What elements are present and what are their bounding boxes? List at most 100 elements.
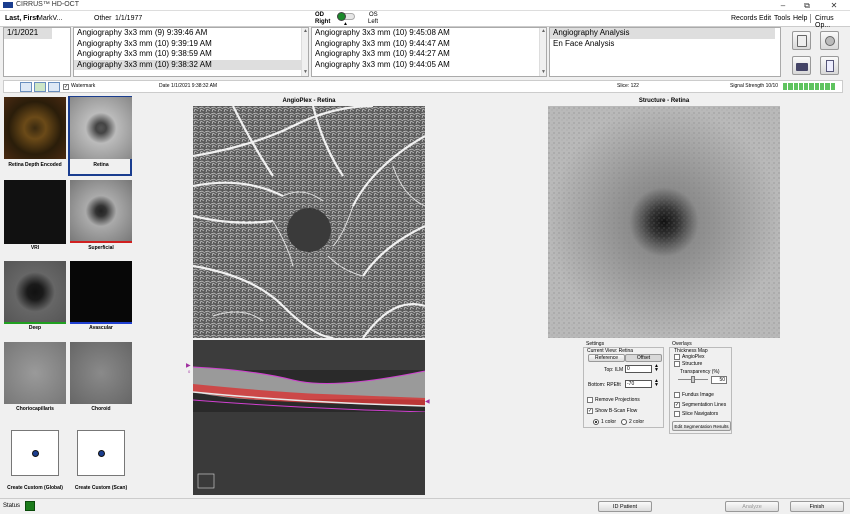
thumb-label: VRI [30, 245, 40, 251]
status-bar: Status ID Patient Analyze Finish [0, 498, 850, 514]
menu-tools[interactable]: Tools [774, 15, 790, 22]
create-custom-scan-button[interactable] [77, 430, 125, 476]
one-color-radio[interactable] [593, 419, 599, 425]
doctor-name: MarkV... [37, 15, 63, 22]
list-item[interactable]: Angiography 3x3 mm (10) 9:44:05 AM [312, 60, 546, 71]
scrollbar[interactable]: ▲ ▼ [539, 28, 546, 76]
signal-segment [825, 83, 830, 90]
bottom-stepper-icon[interactable]: ▲ ▼ [654, 379, 659, 388]
od-label: OD [315, 12, 324, 18]
list-item[interactable]: Angiography 3x3 mm (9) 9:39:46 AM [74, 28, 308, 39]
list-item[interactable]: Angiography 3x3 mm (10) 9:38:32 AM [74, 59, 308, 70]
seg-lines-checkbox[interactable]: ✓ [674, 402, 680, 408]
finish-button[interactable]: Finish [790, 501, 844, 512]
signal-segment [804, 83, 809, 90]
thumb-bar-green [4, 322, 66, 324]
bscan-marker-label: 0 [188, 369, 191, 374]
bscan-bottom-marker-icon[interactable]: ◀ [425, 398, 430, 405]
minimize-button[interactable]: – [773, 0, 793, 11]
status-label: Status [3, 503, 21, 509]
patient-gender: Other [94, 15, 112, 22]
scroll-up-icon[interactable]: ▲ [302, 28, 308, 35]
create-custom-global-button[interactable] [11, 430, 59, 476]
thumb-retina-depth[interactable] [4, 97, 66, 159]
menu-divider [810, 14, 811, 23]
overlays-panel: Thickness Map AngioPlex Structure Transp… [669, 347, 732, 434]
transparency-input[interactable]: 50 [711, 376, 727, 384]
grid-icon[interactable] [48, 82, 60, 92]
layout-icon[interactable] [20, 82, 32, 92]
menu-help[interactable]: Help [793, 15, 807, 22]
thumb-choriocapillaris[interactable] [4, 342, 66, 404]
id-patient-button[interactable]: ID Patient [598, 501, 652, 512]
layers-icon[interactable] [34, 82, 46, 92]
structure-checkbox[interactable] [674, 361, 680, 367]
menu-edit[interactable]: Edit [759, 15, 771, 22]
tab-offset[interactable]: Offset [625, 354, 662, 362]
maximize-button[interactable]: ⧉ [797, 0, 817, 11]
menu-cirrus-op[interactable]: Cirrus Op... [815, 15, 850, 29]
list-item[interactable]: Angiography 3x3 mm (10) 9:38:59 AM [74, 49, 308, 60]
analyze-button[interactable]: Analyze [725, 501, 779, 512]
signal-segment [830, 83, 835, 90]
top-stepper-icon[interactable]: ▲ ▼ [654, 364, 659, 373]
angioplex-image[interactable] [193, 106, 425, 338]
scan-date: Date 1/1/2021 9:38:32 AM [159, 83, 218, 89]
scrollbar[interactable]: ▲ ▼ [301, 28, 308, 76]
watermark-checkbox[interactable]: ✓ [63, 84, 69, 90]
bscan-top-marker-icon[interactable]: ▶ [186, 362, 191, 369]
slice-nav-checkbox[interactable] [674, 411, 680, 417]
bottom-layer-label: Bottom: RPEfit [588, 382, 621, 388]
report-button[interactable] [792, 31, 811, 50]
thumb-label: Choroid [91, 406, 111, 412]
thumb-bar-blue [70, 322, 132, 324]
thumb-avascular[interactable] [70, 261, 132, 323]
close-button[interactable]: ✕ [824, 0, 844, 11]
scroll-up-icon[interactable]: ▲ [540, 28, 546, 35]
thumb-superficial[interactable] [70, 180, 132, 242]
show-flow-checkbox[interactable]: ✓ [587, 408, 593, 414]
thumb-label: Choriocapillaris [16, 406, 54, 412]
edit-segmentation-button[interactable]: Edit Segmentation Results [672, 421, 731, 431]
list-item[interactable]: Angiography 3x3 mm (10) 9:44:27 AM [312, 49, 546, 60]
thumb-deep[interactable] [4, 261, 66, 323]
top-offset-input[interactable]: 0 [625, 365, 652, 373]
thumb-label: Retina [93, 162, 109, 168]
signal-meter [783, 83, 835, 90]
scroll-down-icon[interactable]: ▼ [302, 69, 308, 76]
analysis-item[interactable]: Angiography Analysis [550, 28, 775, 39]
thumb-vri[interactable] [4, 180, 66, 242]
structure-image[interactable] [548, 106, 780, 338]
analysis-item[interactable]: En Face Analysis [550, 39, 780, 50]
thumb-retina[interactable] [70, 97, 132, 159]
list-item[interactable]: Angiography 3x3 mm (10) 9:45:08 AM [312, 28, 546, 39]
scroll-down-icon[interactable]: ▼ [540, 69, 546, 76]
thumb-label: Create Custom (Global) [7, 485, 63, 491]
bottom-offset-input[interactable]: -70 [625, 380, 652, 388]
show-flow-label: Show B-Scan Flow [595, 408, 638, 414]
settings-panel: Current View: Retina Reference Offset To… [583, 347, 664, 428]
two-color-radio[interactable] [621, 419, 627, 425]
print-button[interactable] [792, 56, 811, 75]
patient-name[interactable]: Last, First [5, 15, 38, 22]
eye-toggle-knob-icon [337, 12, 346, 21]
slider-thumb-icon[interactable] [691, 376, 695, 383]
thumb-choroid[interactable] [70, 342, 132, 404]
list-item[interactable]: Angiography 3x3 mm (10) 9:44:47 AM [312, 39, 546, 50]
bscan-image[interactable] [193, 340, 425, 495]
od-right-label: Right [315, 19, 331, 25]
fundus-checkbox[interactable] [674, 392, 680, 398]
export-button[interactable] [820, 56, 839, 75]
analysis-list: Angiography Analysis En Face Analysis [549, 27, 781, 77]
remove-projections-checkbox[interactable] [587, 397, 593, 403]
menu-records[interactable]: Records [731, 15, 757, 22]
date-item[interactable]: 1/1/2021 [4, 28, 52, 39]
scan-list-right: Angiography 3x3 mm (10) 9:45:08 AM Angio… [311, 27, 547, 77]
list-item[interactable]: Angiography 3x3 mm (10) 9:39:19 AM [74, 39, 308, 50]
tab-reference[interactable]: Reference [588, 354, 625, 362]
thumb-label: Avascular [89, 325, 113, 331]
thumb-bar [4, 242, 66, 244]
disc-button[interactable] [820, 31, 839, 50]
angioplex-checkbox[interactable] [674, 354, 680, 360]
signal-segment [798, 83, 804, 90]
